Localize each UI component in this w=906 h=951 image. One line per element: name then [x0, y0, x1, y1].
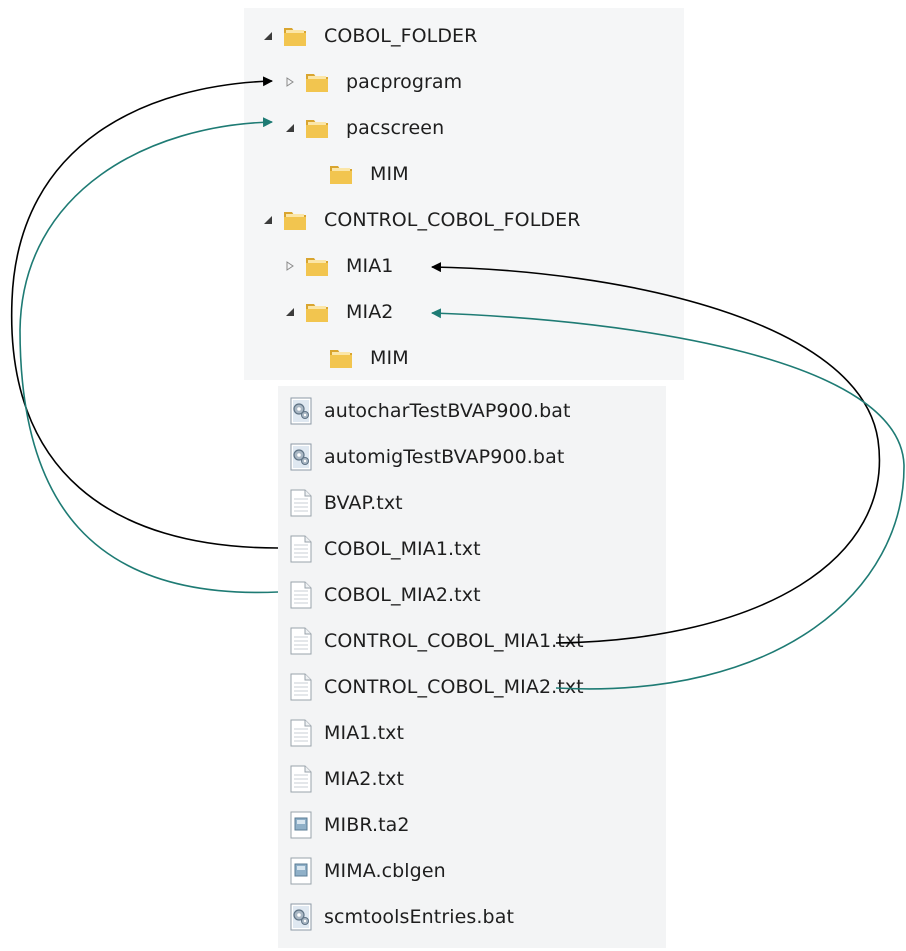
expanded-triangle-icon[interactable]: [282, 304, 298, 320]
expanded-triangle-icon[interactable]: [260, 28, 276, 44]
folder-icon: [306, 74, 328, 92]
file-name: scmtoolsEntries.bat: [324, 906, 514, 928]
text-file-icon: [290, 581, 312, 609]
tree-item-mia2[interactable]: MIA2: [282, 292, 393, 332]
text-file-icon: [290, 719, 312, 747]
folder-icon: [306, 304, 328, 322]
file-item[interactable]: MIA2.txt: [290, 759, 404, 799]
file-item[interactable]: CONTROL_COBOL_MIA2.txt: [290, 667, 584, 707]
file-item[interactable]: BVAP.txt: [290, 483, 403, 523]
folder-icon: [306, 120, 328, 138]
folder-icon: [284, 212, 306, 230]
folder-icon: [330, 350, 352, 368]
tree-item-pacprogram[interactable]: pacprogram: [282, 62, 462, 102]
arrow-cobol-mia1-to-pacprogram: [10, 76, 279, 549]
generic-file-icon: [290, 811, 312, 839]
text-file-icon: [290, 673, 312, 701]
tree-item-label: MIM: [370, 163, 409, 185]
file-item[interactable]: COBOL_MIA1.txt: [290, 529, 481, 569]
expanded-triangle-icon[interactable]: [282, 120, 298, 136]
file-name: autocharTestBVAP900.bat: [324, 400, 571, 422]
text-file-icon: [290, 489, 312, 517]
file-name: MIA2.txt: [324, 768, 405, 790]
file-item[interactable]: autocharTestBVAP900.bat: [290, 391, 571, 431]
file-item[interactable]: MIBR.ta2: [290, 805, 410, 845]
tree-item-label: MIA2: [346, 301, 394, 323]
collapsed-triangle-icon[interactable]: [282, 74, 298, 90]
collapsed-triangle-icon[interactable]: [282, 258, 298, 274]
file-item[interactable]: automigTestBVAP900.bat: [290, 437, 564, 477]
folder-icon: [284, 28, 306, 46]
tree-item-mia1[interactable]: MIA1: [282, 246, 393, 286]
file-name: MIBR.ta2: [324, 814, 410, 836]
file-item[interactable]: MIA1.txt: [290, 713, 404, 753]
file-name: CONTROL_COBOL_MIA2.txt: [324, 676, 584, 698]
tree-item-mim[interactable]: MIM: [306, 154, 409, 194]
text-file-icon: [290, 627, 312, 655]
expanded-triangle-icon[interactable]: [260, 212, 276, 228]
batch-file-icon: [290, 903, 312, 931]
file-name: MIA1.txt: [324, 722, 405, 744]
tree-item-label: MIM: [370, 347, 409, 369]
file-name: automigTestBVAP900.bat: [324, 446, 565, 468]
file-name: BVAP.txt: [324, 492, 403, 514]
tree-item-mim[interactable]: MIM: [306, 338, 409, 378]
generic-file-icon: [290, 857, 312, 885]
arrow-cobol-mia2-to-pacscreen: [19, 117, 279, 594]
tree-item-label: CONTROL_COBOL_FOLDER: [324, 209, 581, 231]
file-item[interactable]: CONTROL_COBOL_MIA1.txt: [290, 621, 584, 661]
tree-item-label: pacscreen: [346, 117, 445, 139]
file-item[interactable]: scmtoolsEntries.bat: [290, 897, 514, 937]
tree-item-label: pacprogram: [346, 71, 463, 93]
file-name: MIMA.cblgen: [324, 860, 446, 882]
folder-icon: [330, 166, 352, 184]
file-name: COBOL_MIA1.txt: [324, 538, 481, 560]
text-file-icon: [290, 535, 312, 563]
tree-item-label: COBOL_FOLDER: [324, 25, 478, 47]
text-file-icon: [290, 765, 312, 793]
tree-item-control-cobol-folder[interactable]: CONTROL_COBOL_FOLDER: [260, 200, 581, 240]
file-item[interactable]: MIMA.cblgen: [290, 851, 446, 891]
batch-file-icon: [290, 397, 312, 425]
tree-item-label: MIA1: [346, 255, 394, 277]
tree-item-cobol-folder[interactable]: COBOL_FOLDER: [260, 16, 477, 56]
file-name: CONTROL_COBOL_MIA1.txt: [324, 630, 584, 652]
file-item[interactable]: COBOL_MIA2.txt: [290, 575, 481, 615]
tree-item-pacscreen[interactable]: pacscreen: [282, 108, 444, 148]
file-name: COBOL_MIA2.txt: [324, 584, 481, 606]
batch-file-icon: [290, 443, 312, 471]
folder-icon: [306, 258, 328, 276]
